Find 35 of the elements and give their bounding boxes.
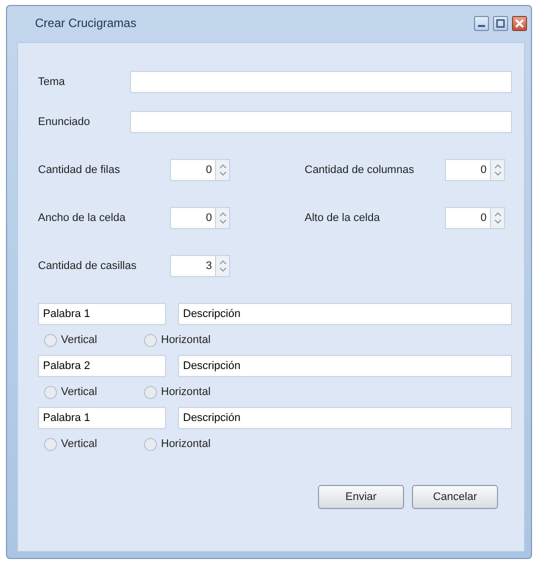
radio-option[interactable]: Vertical	[44, 436, 144, 452]
field-label: Alto de la celda	[304, 210, 381, 226]
number-spinner[interactable]: 0	[170, 159, 230, 181]
radio-option[interactable]: Vertical	[44, 384, 144, 400]
radio-option[interactable]: Vertical	[44, 332, 144, 348]
close-button[interactable]	[512, 16, 527, 30]
close-icon	[515, 18, 524, 28]
field-label: Ancho de la celda	[38, 210, 126, 226]
description-field[interactable]: Descripción	[178, 355, 512, 377]
radio-option[interactable]: Horizontal	[144, 332, 244, 348]
field-label: Cantidad de columnas	[304, 162, 416, 178]
text-field[interactable]	[130, 111, 512, 133]
number-spinner[interactable]: 0	[444, 207, 505, 229]
radio-option[interactable]: Horizontal	[144, 384, 244, 400]
description-field[interactable]: Descripción	[178, 407, 512, 429]
word-field[interactable]: Palabra 2	[38, 355, 166, 377]
text-field[interactable]	[130, 71, 512, 93]
maximize-button[interactable]	[493, 16, 508, 30]
number-spinner[interactable]: 3	[170, 255, 230, 277]
maximize-icon	[496, 18, 505, 28]
minimize-button[interactable]	[474, 16, 489, 30]
dialog-button[interactable]: Enviar	[318, 485, 404, 509]
number-spinner[interactable]: 0	[170, 207, 230, 229]
field-label: Cantidad de casillas	[38, 258, 138, 274]
description-field[interactable]: Descripción	[178, 303, 512, 325]
field-label: Enunciado	[38, 114, 91, 130]
minimize-icon	[478, 24, 485, 26]
number-spinner[interactable]: 0	[444, 159, 505, 181]
field-label: Cantidad de filas	[38, 162, 121, 178]
field-label: Tema	[38, 74, 66, 90]
word-field[interactable]: Palabra 1	[38, 407, 166, 429]
dialog-button[interactable]: Cancelar	[412, 485, 498, 509]
word-field[interactable]: Palabra 1	[38, 303, 166, 325]
window-title: Crear Crucigramas	[35, 15, 136, 32]
radio-option[interactable]: Horizontal	[144, 436, 244, 452]
